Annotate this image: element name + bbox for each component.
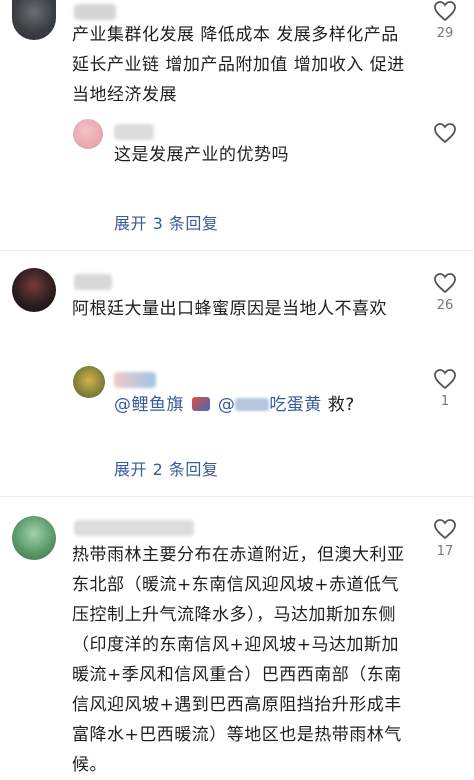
username-blurred[interactable]: [74, 4, 116, 20]
reply-text: 这是发展产业的优势吗: [114, 145, 289, 165]
mention-at: @: [217, 395, 236, 415]
comment-text: 阿根廷大量出口蜂蜜原因是当地人不喜欢: [72, 299, 387, 319]
expand-replies-link[interactable]: 展开 2 条回复: [114, 456, 218, 480]
username-blurred[interactable]: [114, 124, 154, 140]
avatar[interactable]: [12, 268, 56, 312]
mention-link[interactable]: @ 吃蛋黄: [218, 395, 322, 415]
mention-suffix: 吃蛋黄: [269, 395, 322, 415]
reply-suffix: 救?: [321, 395, 355, 415]
username-blurred[interactable]: [114, 372, 156, 388]
like-count: 1: [440, 394, 450, 409]
divider: [0, 250, 474, 251]
like-button[interactable]: 1: [425, 368, 465, 409]
like-count: 26: [436, 298, 454, 313]
heart-outline-icon: [434, 273, 456, 294]
like-count: 29: [436, 26, 454, 41]
comment-text: 热带雨林主要分布在赤道附近，但澳大利亚东北部（暖流+东南信风迎风坡+赤道低气压控…: [72, 545, 405, 775]
avatar[interactable]: [12, 516, 56, 560]
username-blurred[interactable]: [74, 520, 194, 536]
comment-text: 产业集群化发展 降低成本 发展多样化产品 延长产业链 增加产品附加值 增加收入 …: [72, 25, 405, 105]
like-count: 17: [436, 544, 454, 559]
heart-outline-icon: [434, 369, 456, 390]
heart-outline-icon: [434, 519, 456, 540]
like-button[interactable]: [425, 122, 465, 144]
avatar[interactable]: [73, 366, 105, 398]
username-blurred[interactable]: [74, 274, 112, 290]
avatar[interactable]: [12, 0, 56, 40]
heart-outline-icon: [434, 123, 456, 144]
like-button[interactable]: 29: [425, 0, 465, 41]
reply-text: @鲤鱼旗 @ 吃蛋黄 救?: [114, 390, 414, 420]
expand-replies-link[interactable]: 展开 3 条回复: [114, 210, 218, 234]
heart-outline-icon: [434, 1, 456, 22]
username-blurred: [235, 398, 270, 411]
like-button[interactable]: 26: [425, 272, 465, 313]
like-button[interactable]: 17: [425, 518, 465, 559]
emoji-icon: [191, 397, 210, 411]
mention-link[interactable]: @鲤鱼旗: [114, 395, 184, 415]
divider: [0, 496, 474, 497]
avatar[interactable]: [73, 119, 103, 149]
